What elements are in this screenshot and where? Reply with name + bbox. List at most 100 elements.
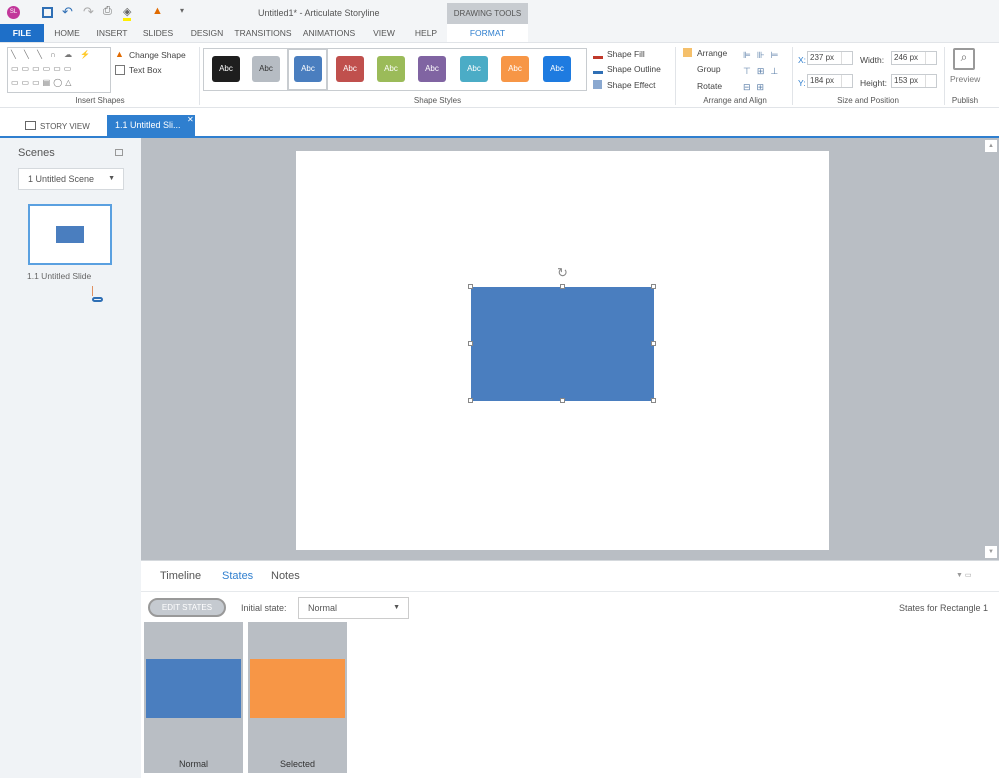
style-swatch[interactable]: Abc [212,56,240,82]
shape-fill-button[interactable]: Shape Fill [607,49,645,59]
height-input[interactable]: 153 px [891,74,937,88]
style-swatch[interactable]: Abc [460,56,488,82]
resize-handle[interactable] [468,398,473,403]
slide-thumbnail[interactable] [28,204,112,265]
style-swatch[interactable]: Abc [543,56,571,82]
resize-handle[interactable] [651,398,656,403]
arrange-icon [683,48,692,57]
publish-icon[interactable]: ⎙ [103,5,112,18]
tab-animations[interactable]: ANIMATIONS [298,24,360,42]
resize-handle[interactable] [651,341,656,346]
preview-icon[interactable]: ⌕ [953,48,975,70]
style-swatch[interactable]: Abc [501,56,529,82]
state-normal[interactable]: Normal [144,622,243,773]
scene-dropdown[interactable]: 1 Untitled Scene ▼ [18,168,124,190]
style-swatch[interactable]: Abc [377,56,405,82]
link-icon[interactable] [92,297,103,302]
redo-icon[interactable]: ↷ [83,4,94,20]
panel-menu-icon[interactable]: ▼ ▭ [956,571,972,579]
y-label: Y: [798,78,806,88]
rotate-button[interactable]: Rotate [697,81,722,91]
state-selected[interactable]: Selected [248,622,347,773]
thumbnail-rectangle [56,226,84,243]
shape-outline-icon [593,64,603,74]
insert-shapes-label: Insert Shapes [75,96,125,105]
shape-effect-button[interactable]: Shape Effect [607,80,656,90]
shapes-gallery[interactable]: ╲ ╲ ╲ ∩ ☁ ⚡ ▭▭▭▭▭▭ ▭▭▭▤◯△ [7,47,111,93]
tab-slides[interactable]: SLIDES [138,24,178,42]
scroll-down-icon[interactable]: ▼ [985,546,997,558]
tab-view[interactable]: VIEW [366,24,402,42]
tab-file[interactable]: FILE [0,24,44,42]
style-swatch[interactable]: Abc [336,56,364,82]
story-view-tab[interactable]: STORY VIEW [40,122,90,131]
customize-quick-access-icon[interactable]: ▾ [180,6,184,15]
group-button[interactable]: Group [697,64,721,74]
state-label: Normal [178,759,208,769]
state-preview [250,659,345,718]
resize-handle[interactable] [651,284,656,289]
resize-handle[interactable] [468,284,473,289]
fill-color-icon[interactable]: ◈ [123,5,132,21]
text-box-button[interactable]: Text Box [129,65,162,75]
slide-tab-active[interactable]: 1.1 Untitled Sli... [107,115,195,136]
save-icon[interactable] [42,7,53,18]
tab-design[interactable]: DESIGN [185,24,229,42]
style-swatch[interactable]: Abc [294,56,322,82]
tab-insert[interactable]: INSERT [92,24,132,42]
style-swatch[interactable]: Abc [418,56,446,82]
scrollbar-vertical[interactable]: ▲ ▼ [983,138,999,560]
rotate-handle-icon[interactable]: ↻ [557,265,568,281]
state-preview [146,659,241,718]
tab-states[interactable]: States [222,570,253,582]
x-input[interactable]: 237 px [807,51,853,65]
initial-state-dropdown[interactable]: Normal ▼ [298,597,409,619]
tab-format[interactable]: FORMAT [447,24,528,42]
edit-states-button[interactable]: EDIT STATES [148,598,226,617]
shape-fill-icon [593,49,603,59]
height-label: Height: [860,78,887,88]
change-shape-button[interactable]: Change Shape [129,50,186,60]
states-for-label: States for Rectangle 1 [898,603,988,613]
app-logo: SL [7,6,20,19]
arrange-align-label: Arrange and Align [703,96,767,105]
restore-panel-icon[interactable] [115,149,123,156]
title-bar: SL ↶ ↷ ⎙ ◈ ▲ ▾ Untitled1* - Articulate S… [0,0,999,24]
initial-state-label: Initial state: [241,603,287,613]
state-label: Selected [279,759,316,769]
ribbon: ╲ ╲ ╲ ∩ ☁ ⚡ ▭▭▭▭▭▭ ▭▭▭▤◯△ ▲ Change Shape T… [0,42,999,108]
tab-notes[interactable]: Notes [271,570,300,582]
scroll-up-icon[interactable]: ▲ [985,140,997,152]
resize-handle[interactable] [560,284,565,289]
tab-help[interactable]: HELP [408,24,444,42]
window-title: Untitled1* - Articulate Storyline [258,8,380,18]
undo-icon[interactable]: ↶ [62,4,73,20]
drawing-tools-header: DRAWING TOOLS [447,3,528,24]
resize-handle[interactable] [468,341,473,346]
scenes-panel: Scenes 1 Untitled Scene ▼ 1.1 Untitled Sl… [0,138,141,778]
arrange-button[interactable]: Arrange [697,48,727,58]
scenes-title: Scenes [18,147,55,159]
selected-rectangle[interactable] [471,287,654,401]
tab-transitions[interactable]: TRANSITIONS [233,24,293,42]
chevron-down-icon: ▼ [108,175,115,182]
size-position-label: Size and Position [837,96,899,105]
close-tab-icon[interactable]: ✕ [187,115,194,124]
chevron-down-icon: ▼ [393,604,400,611]
shape-outline-button[interactable]: Shape Outline [607,64,661,74]
width-input[interactable]: 246 px [891,51,937,65]
align-icons[interactable]: ⊫⊪⊨ ⊤⊞⊥ ⊟⊞ [743,47,785,95]
resize-handle[interactable] [560,398,565,403]
tab-home[interactable]: HOME [48,24,86,42]
document-tabs: STORY VIEW 1.1 Untitled Sli... ✕ [0,108,999,138]
y-input[interactable]: 184 px [807,74,853,88]
slide-label: 1.1 Untitled Slide [27,271,92,281]
shape-icon[interactable]: ▲ [152,5,163,17]
text-box-icon [115,65,125,75]
trigger-link-icon[interactable] [92,286,93,296]
change-shape-icon: ▲ [115,49,124,59]
style-swatch[interactable]: Abc [252,56,280,82]
tab-timeline[interactable]: Timeline [160,570,201,582]
story-view-icon [25,121,36,130]
preview-button[interactable]: Preview [950,74,980,84]
